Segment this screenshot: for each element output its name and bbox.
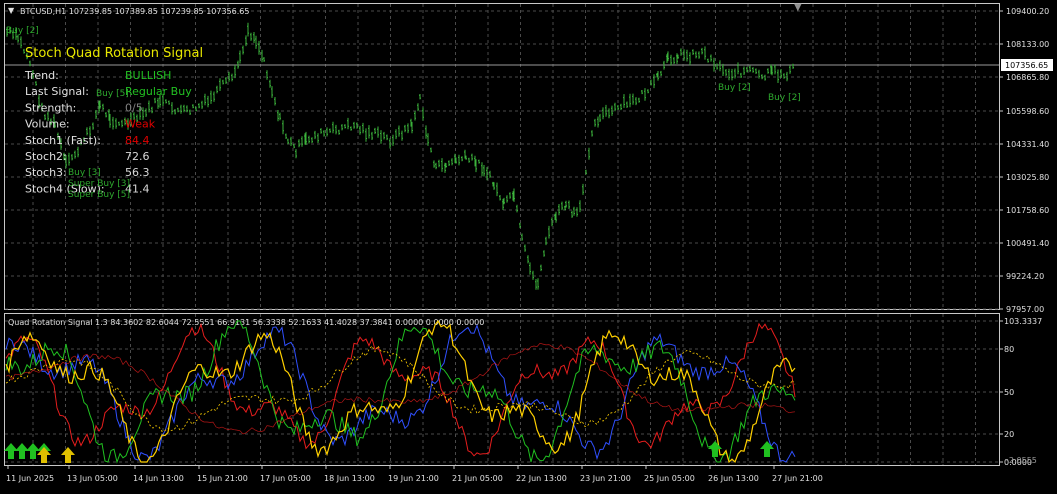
panel-row-value: 0/5 xyxy=(125,101,143,114)
signal-label: Buy [5] xyxy=(96,89,129,99)
time-tick-label: 15 Jun 21:00 xyxy=(197,474,248,483)
signal-label: Super Buy [3] xyxy=(68,179,130,189)
indicator-tick-label: 20 xyxy=(1004,430,1014,439)
time-tick-label: 22 Jun 13:00 xyxy=(516,474,567,483)
panel-row-value: 72.6 xyxy=(125,150,150,163)
time-tick-label: 19 Jun 21:00 xyxy=(388,474,439,483)
indicator-tick-label: 103.3337 xyxy=(1004,317,1042,326)
symbol-header: BTCUSD,H1 107239.85 107389.85 107239.85 … xyxy=(20,7,249,16)
panel-row-label: Last Signal: xyxy=(25,85,89,98)
indicator-tick-label: 50 xyxy=(1004,388,1014,397)
time-tick-label: 21 Jun 05:00 xyxy=(452,474,503,483)
time-tick-label: 17 Jun 05:00 xyxy=(260,474,311,483)
panel-row-label: Stoch2: xyxy=(25,150,67,163)
signal-label: Super Buy [5] xyxy=(68,190,130,200)
indicator-tick-label: 80 xyxy=(1004,345,1014,354)
trading-chart[interactable]: ▼ BTCUSD,H1 107239.85 107389.85 107239.8… xyxy=(0,0,1057,490)
time-tick-label: 11 Jun 2025 xyxy=(6,474,54,483)
time-tick-label: 26 Jun 13:00 xyxy=(708,474,759,483)
panel-row-value: Regular Buy xyxy=(125,85,192,98)
panel-row-value: 84.4 xyxy=(125,134,150,147)
panel-row-value: 56.3 xyxy=(125,166,150,179)
panel-row-label: Volume: xyxy=(25,118,70,131)
current-price-label: 107356.65 xyxy=(1005,61,1048,70)
panel-row-value: Weak xyxy=(125,118,156,131)
indicator-header: Quad Rotation Signal 1.3 84.3602 82.6044… xyxy=(8,318,484,327)
chart-menu-triangle-icon[interactable]: ▼ xyxy=(8,6,15,15)
time-tick-label: 14 Jun 13:00 xyxy=(133,474,184,483)
price-tick-label: 108133.00 xyxy=(1006,40,1049,49)
price-tick-label: 103025.80 xyxy=(1006,173,1049,182)
price-tick-label: 101758.60 xyxy=(1006,206,1049,215)
panel-row-label: Trend: xyxy=(24,69,59,82)
indicator-frame[interactable] xyxy=(4,313,1000,466)
time-axis: 11 Jun 2025 13 Jun 05:00 14 Jun 13:00 15 Ju… xyxy=(6,465,823,483)
price-tick-label: 109400.20 xyxy=(1006,7,1049,16)
time-tick-label: 23 Jun 21:00 xyxy=(580,474,631,483)
signal-label: Buy [3] xyxy=(68,168,101,178)
time-tick-label: 18 Jun 13:00 xyxy=(324,474,375,483)
price-axis: 109400.20 108133.00 106865.80 105598.60 1043… xyxy=(999,7,1049,314)
panel-row-label: Strength: xyxy=(25,101,76,114)
panel-row-label: Stoch1 (Fast): xyxy=(25,134,101,147)
indicator-tick-label-faded: -2.0555 xyxy=(1006,456,1037,465)
price-tick-label: 106865.80 xyxy=(1006,73,1049,82)
price-tick-label: 99224.20 xyxy=(1006,272,1044,281)
signal-label: Buy [2] xyxy=(768,93,801,103)
signal-label: Buy [2] xyxy=(6,26,39,36)
price-tick-label: 105598.60 xyxy=(1006,107,1049,116)
panel-title: Stoch Quad Rotation Signal xyxy=(25,46,203,61)
time-tick-label: 25 Jun 05:00 xyxy=(644,474,695,483)
time-tick-label: 13 Jun 05:00 xyxy=(67,474,118,483)
indicator-axis: 103.33378050200.0000-2.0555 xyxy=(999,317,1042,467)
panel-row-label: Stoch3: xyxy=(25,166,67,179)
scroll-marker-triangle-icon[interactable]: ▼ xyxy=(794,2,802,13)
price-tick-label: 100491.40 xyxy=(1006,239,1049,248)
price-tick-label: 104331.40 xyxy=(1006,140,1049,149)
signal-label: Buy [2] xyxy=(718,83,751,93)
price-tick-label: 97957.00 xyxy=(1006,305,1044,314)
panel-row-value: BULLISH xyxy=(125,69,171,82)
time-tick-label: 27 Jun 21:00 xyxy=(772,474,823,483)
